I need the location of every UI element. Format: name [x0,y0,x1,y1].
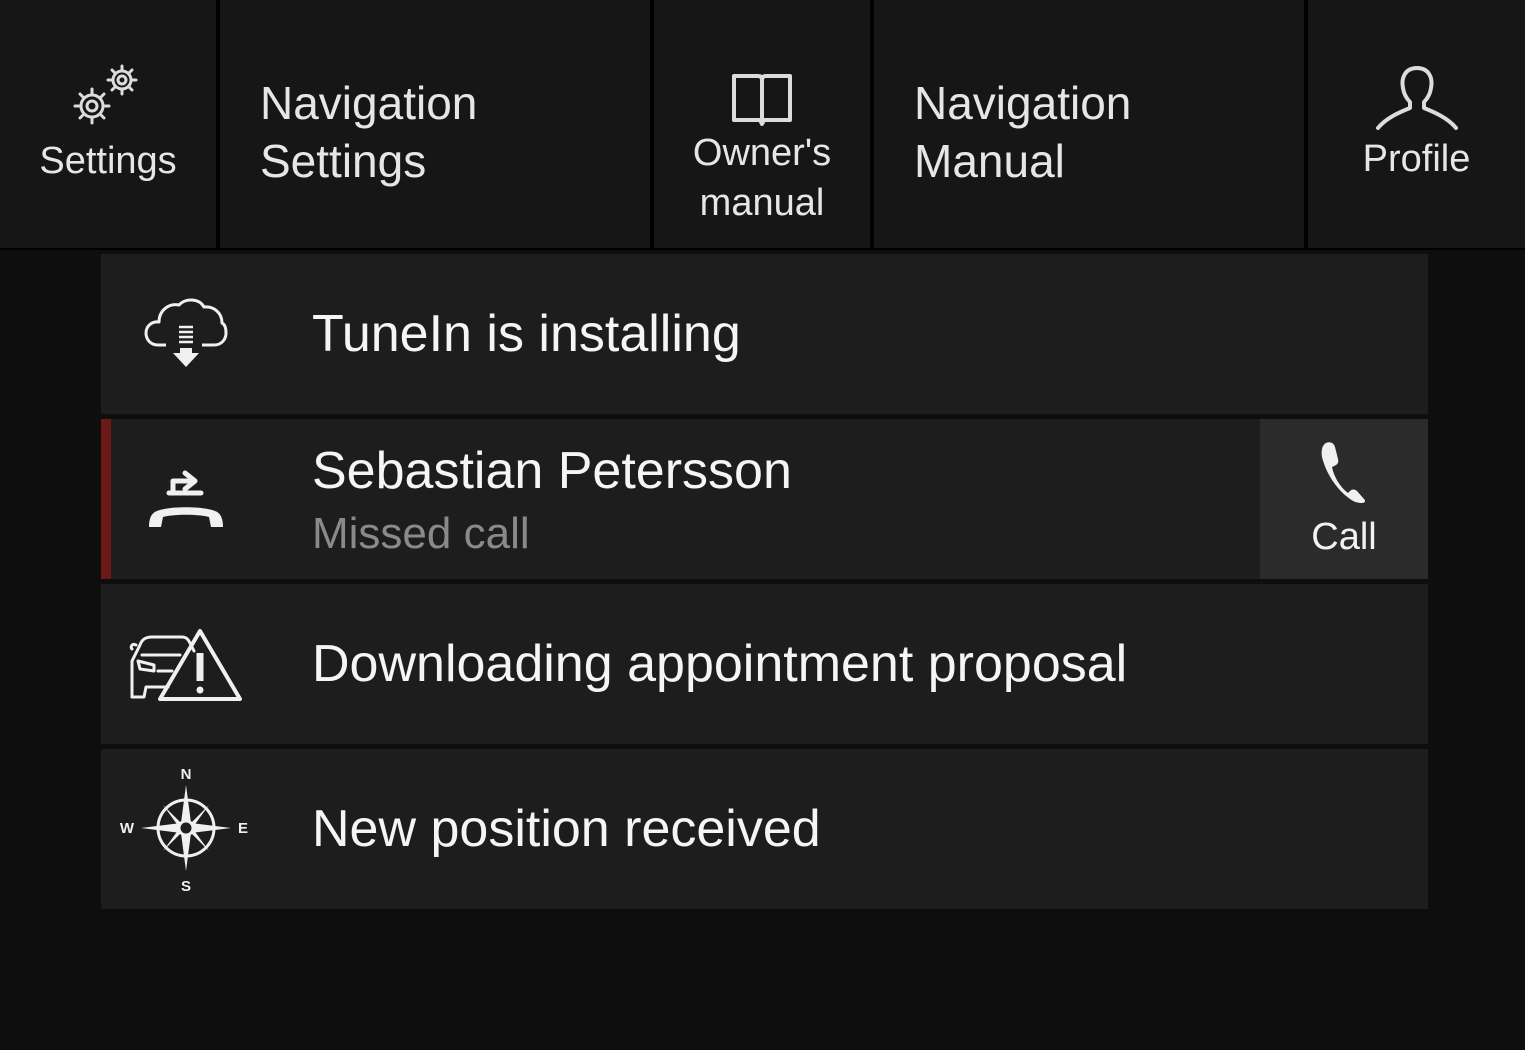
missed-call-icon [121,419,251,579]
notification-list: TuneIn is installing Sebastian Petersson… [101,254,1428,914]
profile-label: Profile [1362,138,1471,180]
missed-call-subtitle: Missed call [312,509,530,558]
notification-item[interactable]: N S W E New position received [101,749,1428,909]
owners-manual-label: Owner's manual [693,128,831,228]
notification-title: New position received [312,800,821,858]
navigation-settings-line2: Settings [260,135,427,187]
profile-tile[interactable]: Profile [1308,0,1525,248]
settings-tile[interactable]: Settings [0,0,220,248]
compass-icon: N S W E [116,749,256,909]
notification-title: Downloading appointment proposal [312,635,1128,693]
gears-icon [68,60,148,132]
caller-name: Sebastian Petersson [312,442,792,500]
owners-manual-line1: Owner's [692,132,832,174]
notification-title: TuneIn is installing [312,305,741,363]
navigation-manual-tile[interactable]: Navigation Manual [874,0,1308,248]
notification-item[interactable]: TuneIn is installing [101,254,1428,414]
navigation-manual-label: Navigation Manual [914,74,1131,190]
call-label: Call [1311,516,1377,558]
navigation-settings-line1: Navigation [260,77,478,129]
compass-w-label: W [120,820,135,837]
navigation-settings-tile[interactable]: Navigation Settings [220,0,654,248]
top-bar: Settings Navigation Settings Owner's man… [0,0,1525,250]
person-icon [1374,64,1460,132]
book-icon [730,70,794,126]
settings-label: Settings [39,140,177,182]
owners-manual-tile[interactable]: Owner's manual [654,0,874,248]
phone-icon [1320,439,1368,508]
navigation-manual-line1: Navigation [914,77,1132,129]
screen: Settings Navigation Settings Owner's man… [0,0,1525,1050]
compass-e-label: E [238,820,248,837]
cloud-download-icon [121,254,251,414]
call-button[interactable]: Call [1260,419,1428,579]
missed-call-notification[interactable]: Sebastian Petersson Missed call Call [101,419,1428,579]
navigation-manual-line2: Manual [914,135,1065,187]
compass-n-label: N [181,766,192,783]
car-warning-icon [126,584,246,744]
notification-item[interactable]: Downloading appointment proposal [101,584,1428,744]
navigation-settings-label: Navigation Settings [260,74,477,190]
compass-s-label: S [181,878,191,893]
owners-manual-line2: manual [699,182,825,224]
